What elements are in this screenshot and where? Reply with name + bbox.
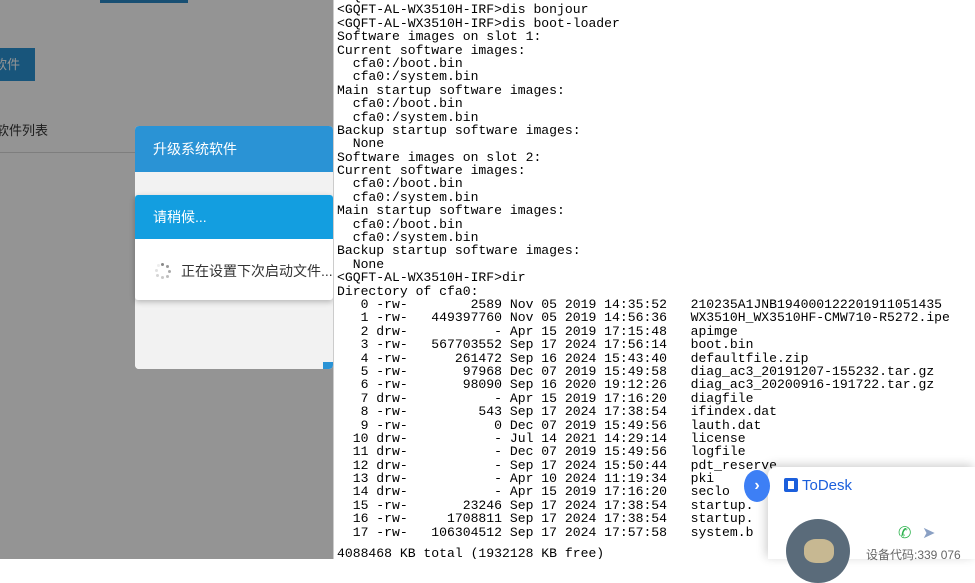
terminal-line: Software images on slot 2: xyxy=(337,149,542,165)
terminal-line: Directory of cfa0: xyxy=(337,283,479,299)
terminal-line: <GQFT-AL-WX3510H-IRF>dis bonjour xyxy=(337,2,589,18)
wait-row: 正在设置下次启动文件... xyxy=(155,261,333,281)
terminal-line: <GQFT-AL-WX3510H-IRF>dir xyxy=(337,270,526,286)
terminal-line: Backup startup software images: xyxy=(337,243,581,259)
terminal-line: <GQFT-AL-WX3510H-IRF>dis boot-loader xyxy=(337,15,620,31)
terminal-line: cfa0:/system.bin xyxy=(337,230,479,246)
terminal-line: cfa0:/system.bin xyxy=(337,69,479,85)
device-code: 设备代码:339 076 xyxy=(866,548,961,562)
terminal-line: 3 -rw- 567703552 Sep 17 2024 17:56:14 bo… xyxy=(337,337,754,353)
todesk-brand: ToDesk xyxy=(802,477,853,494)
terminal-line: Main startup software images: xyxy=(337,82,565,98)
phone-icon[interactable]: ✆ xyxy=(898,523,911,543)
terminal-line: cfa0:/boot.bin xyxy=(337,216,463,232)
terminal-total-line: 4088468 KB total (1932128 KB free) xyxy=(337,546,605,559)
terminal-line: Current software images: xyxy=(337,42,526,58)
terminal-line: 5 -rw- 97968 Dec 07 2019 15:49:58 diag_a… xyxy=(337,363,935,379)
terminal-line: cfa0:/boot.bin xyxy=(337,55,463,71)
terminal-line: Software images on slot 1: xyxy=(337,29,542,45)
terminal-line: cfa0:/system.bin xyxy=(337,189,479,205)
terminal-line: 8 -rw- 543 Sep 17 2024 17:38:54 ifindex.… xyxy=(337,404,778,420)
wait-title: 请稍候... xyxy=(135,195,333,239)
terminal-line: 10 drw- - Jul 14 2021 14:29:14 license xyxy=(337,430,746,446)
dialog-title: 升级系统软件 xyxy=(135,126,333,172)
todesk-logo: ToDesk xyxy=(784,477,852,494)
wait-message: 正在设置下次启动文件... xyxy=(181,263,333,279)
terminal-line: 7 drw- - Apr 15 2019 17:16:20 diagfile xyxy=(337,390,754,406)
terminal-line: 6 -rw- 98090 Sep 16 2020 19:12:26 diag_a… xyxy=(337,377,935,393)
terminal-line: Current software images: xyxy=(337,163,526,179)
todesk-widget: › ToDesk ✆ ➤ 设备代码:339 076 xyxy=(744,467,975,583)
loading-spinner-icon xyxy=(155,263,171,279)
terminal-line: 0 -rw- 2589 Nov 05 2019 14:35:52 210235A… xyxy=(337,296,943,312)
terminal-line: 9 -rw- 0 Dec 07 2019 15:49:56 lauth.dat xyxy=(337,417,762,433)
avatar[interactable] xyxy=(786,519,850,583)
cursor-icon[interactable]: ➤ xyxy=(922,523,935,543)
terminal-line: None xyxy=(337,256,385,272)
wait-popup: 请稍候... 正在设置下次启动文件... xyxy=(135,195,333,300)
terminal-line: cfa0:/boot.bin xyxy=(337,176,463,192)
terminal-line: 4 -rw- 261472 Sep 16 2024 15:43:40 defau… xyxy=(337,350,809,366)
web-admin-panel: 软件 软件列表 升级系统软件 请稍候... 正在设置下次启动文件... xyxy=(0,0,333,559)
terminal-line: 1 -rw- 449397760 Nov 05 2019 14:56:36 WX… xyxy=(337,310,950,326)
terminal-line: cfa0:/boot.bin xyxy=(337,96,463,112)
terminal-line: cfa0:/system.bin xyxy=(337,109,479,125)
confirm-button[interactable] xyxy=(323,362,333,369)
todesk-logo-icon xyxy=(784,478,798,492)
terminal-line: 2 drw- - Apr 15 2019 17:15:48 apimge xyxy=(337,323,738,339)
terminal-line: None xyxy=(337,136,385,152)
terminal-line: Backup startup software images: xyxy=(337,122,581,138)
terminal-line: 11 drw- - Dec 07 2019 15:49:56 logfile xyxy=(337,444,746,460)
terminal-line: Main startup software images: xyxy=(337,203,565,219)
expand-icon[interactable]: › xyxy=(744,470,770,502)
